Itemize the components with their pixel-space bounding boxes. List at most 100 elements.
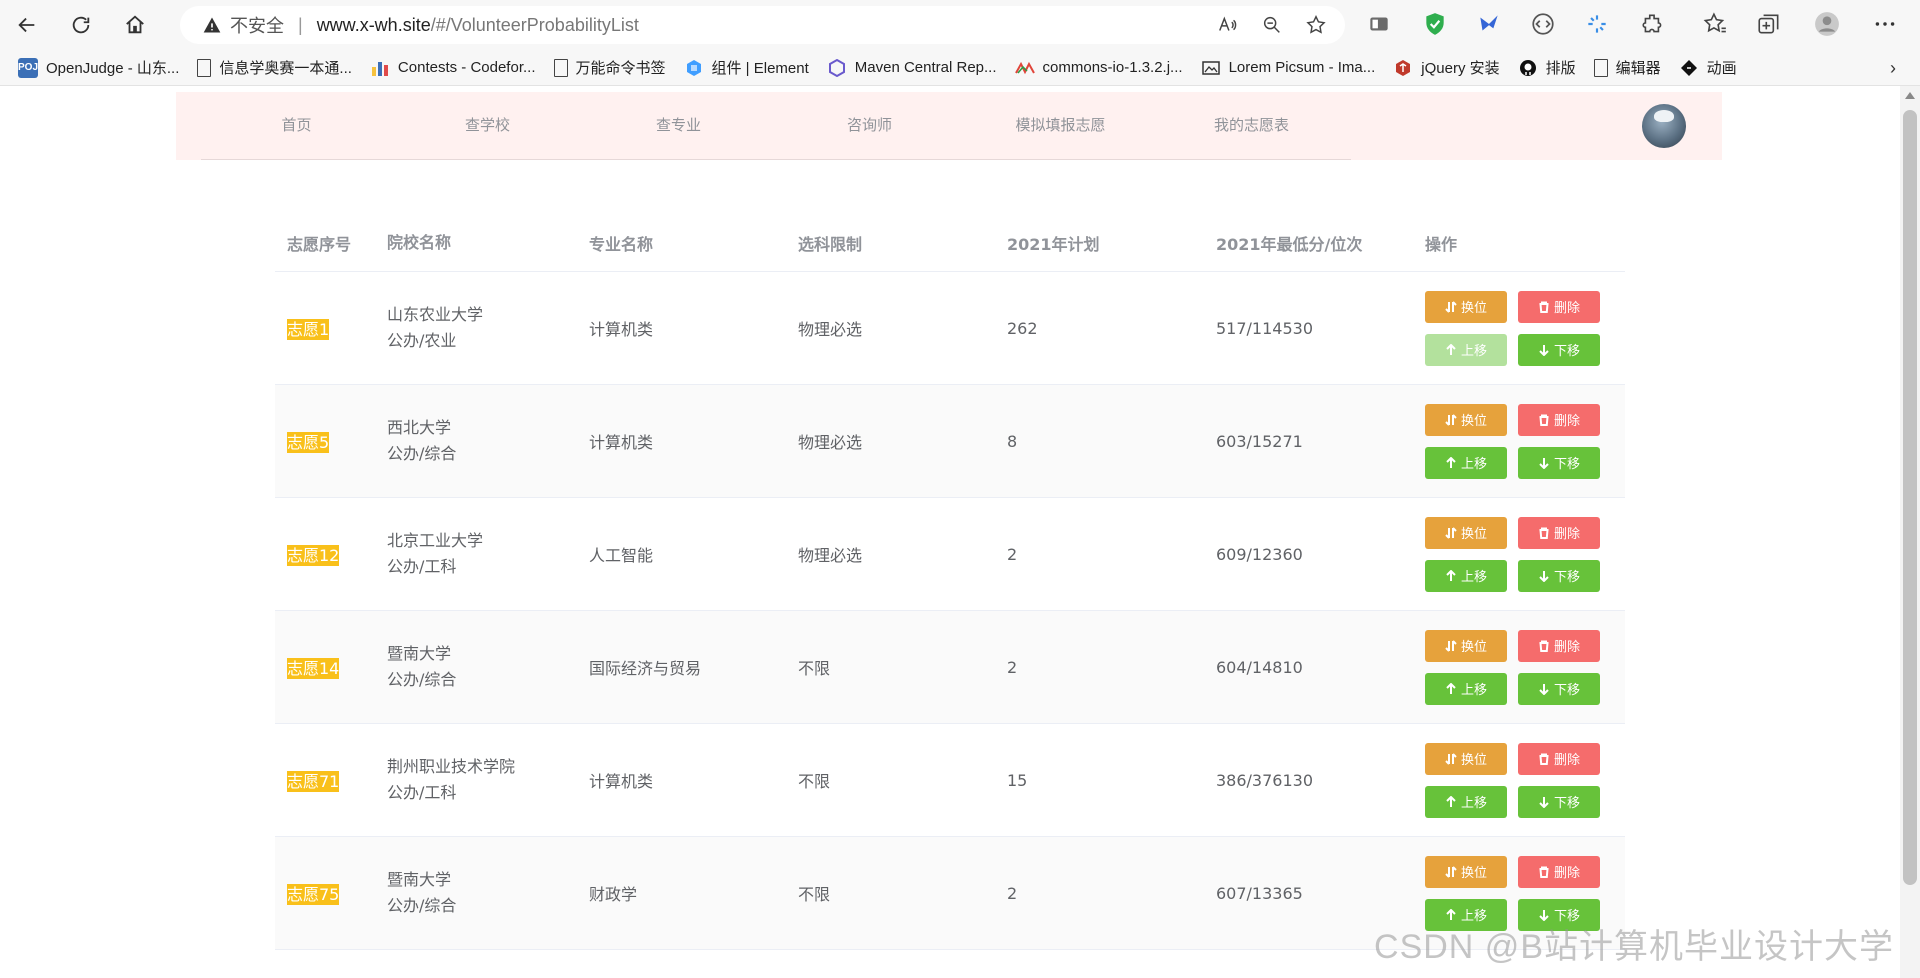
back-button[interactable] <box>0 0 54 50</box>
menu-my-volunteer-list[interactable]: 我的志愿表 <box>1156 92 1347 158</box>
add-favorite-icon[interactable] <box>1305 14 1327 36</box>
header-major: 专业名称 <box>589 234 654 254</box>
scroll-up-icon[interactable] <box>1905 92 1915 99</box>
swap-button[interactable]: 换位 <box>1425 290 1507 323</box>
bookmark-openjudge[interactable]: POJ OpenJudge - 山东... <box>18 57 179 78</box>
diamond-icon <box>1679 58 1699 78</box>
hexagon-icon <box>827 58 847 78</box>
score-cell: 603/15271 <box>1216 431 1303 451</box>
code-extension-icon[interactable] <box>1530 11 1556 37</box>
school-name: 北京工业大学 <box>387 531 484 550</box>
chevron-right-icon[interactable]: › <box>1890 58 1896 79</box>
bookmark-maven[interactable]: Maven Central Rep... <box>827 58 997 78</box>
delete-button[interactable]: 删除 <box>1518 742 1600 775</box>
menu-simulate-apply[interactable]: 模拟填报志愿 <box>965 92 1156 158</box>
collections-icon[interactable] <box>1756 11 1782 37</box>
move-up-button[interactable]: 上移 <box>1425 785 1507 818</box>
swap-button[interactable]: 换位 <box>1425 403 1507 436</box>
bookmark-editor[interactable]: 编辑器 <box>1593 57 1661 78</box>
subject-cell: 不限 <box>798 659 831 678</box>
menu-home[interactable]: 首页 <box>201 92 392 158</box>
delete-label: 删除 <box>1553 414 1580 429</box>
swap-button[interactable]: 换位 <box>1425 516 1507 549</box>
header-plan: 2021年计划 <box>1007 234 1100 254</box>
delete-button[interactable]: 删除 <box>1518 290 1600 323</box>
move-down-button[interactable]: 下移 <box>1518 785 1600 818</box>
shield-extension-icon[interactable] <box>1422 11 1448 37</box>
menu-major-search[interactable]: 查专业 <box>583 92 774 158</box>
menu-school-search[interactable]: 查学校 <box>392 92 583 158</box>
delete-button[interactable]: 删除 <box>1518 855 1600 888</box>
actions-cell: 换位 删除 上移 下移 <box>1413 290 1625 366</box>
profile-icon[interactable] <box>1814 11 1840 37</box>
delete-button[interactable]: 删除 <box>1518 403 1600 436</box>
extensions-icon[interactable] <box>1640 11 1666 37</box>
school-cell: 荆州职业技术学院 公办/工科 <box>375 754 577 806</box>
move-up-button[interactable]: 上移 <box>1425 559 1507 592</box>
bookmark-jquery[interactable]: jQuery 安装 <box>1393 57 1500 78</box>
swap-button[interactable]: 换位 <box>1425 742 1507 775</box>
scrollbar-thumb[interactable] <box>1903 110 1917 885</box>
more-menu-icon[interactable] <box>1872 11 1898 37</box>
swap-button[interactable]: 换位 <box>1425 629 1507 662</box>
bookmark-ybt[interactable]: 信息学奥赛一本通... <box>197 57 352 78</box>
school-name: 暨南大学 <box>387 870 452 889</box>
bookmark-label: 组件 | Element <box>711 60 809 77</box>
major-cell: 计算机类 <box>589 772 654 791</box>
bookmark-element[interactable]: 组件 | Element <box>684 57 809 78</box>
bookmark-picsum[interactable]: Lorem Picsum - Ima... <box>1201 58 1375 78</box>
url-host: www.x-wh.site <box>316 14 431 35</box>
home-button[interactable] <box>108 0 162 50</box>
major-cell: 财政学 <box>589 885 638 904</box>
address-bar[interactable]: 不安全 | www.x-wh.site/#/VolunteerProbabili… <box>180 6 1345 44</box>
table-row: 志愿5 西北大学 公办/综合 计算机类 物理必选 8 603/15271 换位 删除 上移 下移 <box>275 385 1625 498</box>
plan-cell: 15 <box>1007 770 1028 790</box>
bar-chart-icon <box>370 58 390 78</box>
bookmark-label: 万能命令书签 <box>575 60 666 77</box>
bird-extension-icon[interactable] <box>1476 11 1502 37</box>
swap-label: 换位 <box>1460 753 1487 768</box>
subject-cell: 物理必选 <box>798 320 863 339</box>
move-down-button[interactable]: 下移 <box>1518 333 1600 366</box>
subject-cell: 物理必选 <box>798 546 863 565</box>
url-text: www.x-wh.site/#/VolunteerProbabilityList <box>317 15 639 36</box>
move-up-label: 上移 <box>1460 683 1487 698</box>
move-down-button[interactable]: 下移 <box>1518 672 1600 705</box>
trash-icon <box>1539 414 1549 426</box>
delete-button[interactable]: 删除 <box>1518 629 1600 662</box>
plan-cell: 2 <box>1007 544 1018 564</box>
insecure-label: 不安全 <box>230 16 284 36</box>
actions-cell: 换位 删除上移 下移 <box>1413 629 1625 705</box>
move-down-button[interactable]: 下移 <box>1518 446 1600 479</box>
bookmark-label: commons-io-1.3.2.j... <box>1042 59 1183 76</box>
move-up-button[interactable]: 上移 <box>1425 672 1507 705</box>
home-icon <box>126 15 144 34</box>
bookmark-commands[interactable]: 万能命令书签 <box>553 57 666 78</box>
move-up-button[interactable]: 上移 <box>1425 446 1507 479</box>
avatar[interactable] <box>1642 104 1686 148</box>
tab-actions-icon[interactable] <box>1366 11 1392 37</box>
bookmark-animation[interactable]: 动画 <box>1679 57 1737 78</box>
major-cell: 计算机类 <box>589 320 654 339</box>
zoom-icon[interactable] <box>1261 14 1283 36</box>
school-cell: 暨南大学 公办/综合 <box>375 867 577 919</box>
move-down-button[interactable]: 下移 <box>1518 559 1600 592</box>
favorites-icon[interactable] <box>1702 11 1728 37</box>
arrow-up-icon <box>1446 343 1456 355</box>
plan-cell: 262 <box>1007 318 1038 338</box>
refresh-button[interactable] <box>54 0 108 50</box>
rank-cell: 志愿5 <box>275 429 375 453</box>
header-score: 2021年最低分/位次 <box>1216 234 1363 254</box>
bookmark-commons-io[interactable]: commons-io-1.3.2.j... <box>1014 58 1183 78</box>
bookmark-codeforces[interactable]: Contests - Codefor... <box>370 58 536 78</box>
bookmark-layout[interactable]: 排版 <box>1518 57 1576 78</box>
menu-consultant[interactable]: 咨询师 <box>774 92 965 158</box>
scrollbar[interactable] <box>1900 86 1920 978</box>
delete-button[interactable]: 删除 <box>1518 516 1600 549</box>
table-row: 志愿12 北京工业大学 公办/工科 人工智能 物理必选 2 609/12360 换位 删除 上移下… <box>275 498 1625 611</box>
swap-button[interactable]: 换位 <box>1425 855 1507 888</box>
move-up-label: 上移 <box>1460 457 1487 472</box>
table-header: 志愿序号 院校名称 专业名称 选科限制 2021年计划 2021年最低分/位次 … <box>275 214 1625 272</box>
sparkle-extension-icon[interactable] <box>1584 11 1610 37</box>
read-aloud-icon[interactable] <box>1217 14 1239 36</box>
